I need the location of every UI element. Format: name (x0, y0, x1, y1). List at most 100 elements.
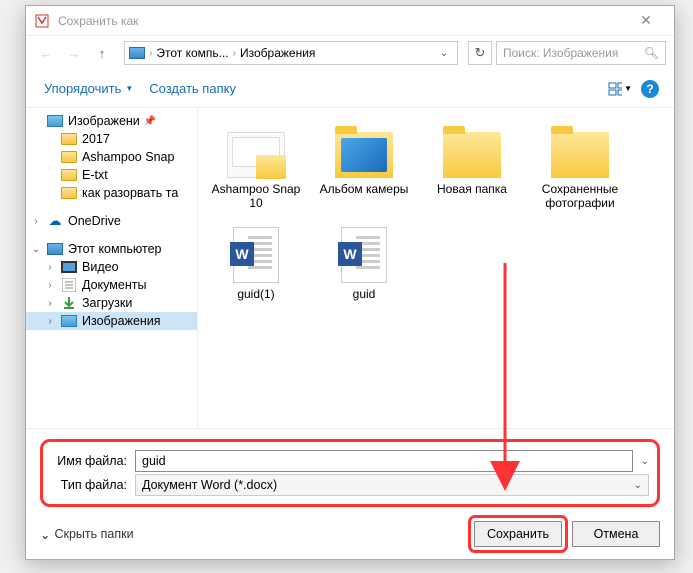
video-icon (60, 260, 78, 274)
file-item[interactable]: Новая папка (422, 118, 522, 215)
folder-icon (227, 132, 285, 178)
sidebar-item-label: 2017 (82, 132, 110, 146)
breadcrumb-seg[interactable]: Изображения (240, 46, 315, 60)
chevron-icon: › (44, 262, 56, 273)
word-doc-icon (233, 227, 279, 283)
nav-bar: ← → ↑ › Этот компь... › Изображения ⌄ ↻ … (26, 36, 674, 70)
content-pane: Ashampoo Snap 10 Альбом камеры Новая папка… (198, 108, 674, 428)
file-label: guid(1) (237, 287, 274, 301)
sidebar-item[interactable]: › Документы (26, 276, 197, 294)
save-as-dialog: Сохранить как ✕ ← → ↑ › Этот компь... › … (25, 5, 675, 560)
refresh-button[interactable]: ↻ (468, 41, 492, 65)
sidebar-item-label: Изображени (68, 114, 140, 128)
chevron-down-icon: ▼ (624, 84, 632, 93)
filename-label: Имя файла: (51, 454, 127, 468)
organize-button[interactable]: Упорядочить ▼ (38, 77, 139, 100)
new-folder-button[interactable]: Создать папку (143, 77, 242, 100)
toolbar: Упорядочить ▼ Создать папку ▼ ? (26, 70, 674, 108)
sidebar-item[interactable]: E-txt (26, 166, 197, 184)
chevron-down-icon: ⌄ (40, 527, 50, 542)
sidebar-item[interactable]: › Изображения (26, 312, 197, 330)
titlebar: Сохранить как ✕ (26, 6, 674, 36)
pics-icon (60, 314, 78, 328)
chevron-down-icon: ▼ (125, 84, 133, 93)
sidebar-item-label: как разорвать та (82, 186, 178, 200)
search-placeholder: Поиск: Изображения (503, 46, 618, 60)
sidebar-item-label: Изображения (82, 314, 161, 328)
chevron-icon: › (44, 280, 56, 291)
sidebar-item-label: Этот компьютер (68, 242, 161, 256)
folder-icon (60, 150, 78, 164)
search-input[interactable]: Поиск: Изображения 🔍︎ (496, 41, 666, 65)
save-button[interactable]: Сохранить (474, 521, 562, 547)
form-highlight: Имя файла: ⌄ Тип файла: Документ Word (*… (40, 439, 660, 507)
folder-icon (443, 132, 501, 178)
chevron-icon: › (44, 298, 56, 309)
file-label: Сохраненные фотографии (534, 182, 626, 211)
sidebar-item[interactable]: Изображени 📌 (26, 112, 197, 130)
chevron-icon: › (30, 216, 42, 227)
sidebar-item-label: Видео (82, 260, 119, 274)
filename-input[interactable] (135, 450, 633, 472)
file-item[interactable]: guid (314, 219, 414, 305)
sidebar-item[interactable]: › Загрузки (26, 294, 197, 312)
pics-icon (46, 114, 64, 128)
hide-folders-label: Скрыть папки (54, 527, 133, 541)
sidebar-item[interactable]: ⌄ Этот компьютер (26, 240, 197, 258)
chevron-down-icon[interactable]: ⌄ (641, 456, 649, 467)
footer: Имя файла: ⌄ Тип файла: Документ Word (*… (26, 428, 674, 557)
sidebar-item-label: Ashampoo Snap (82, 150, 174, 164)
file-item[interactable]: Сохраненные фотографии (530, 118, 630, 215)
file-item[interactable]: Ashampoo Snap 10 (206, 118, 306, 215)
sidebar-item[interactable]: › Видео (26, 258, 197, 276)
window-title: Сохранить как (58, 14, 626, 28)
hide-folders-button[interactable]: ⌄ Скрыть папки (40, 527, 134, 542)
filetype-value: Документ Word (*.docx) (142, 478, 277, 492)
chevron-right-icon: › (233, 48, 236, 59)
sidebar-item[interactable]: Ashampoo Snap (26, 148, 197, 166)
pc-icon (129, 47, 145, 59)
app-icon (34, 13, 50, 29)
folder-icon (551, 132, 609, 178)
chevron-right-icon: › (149, 48, 152, 59)
organize-label: Упорядочить (44, 81, 121, 96)
chevron-icon: › (44, 316, 56, 327)
help-button[interactable]: ? (638, 77, 662, 101)
file-item[interactable]: guid(1) (206, 219, 306, 305)
body: Изображени 📌 2017 Ashampoo Snap E-txt как раз… (26, 108, 674, 428)
file-label: Альбом камеры (320, 182, 409, 196)
sidebar-item-label: Документы (82, 278, 146, 292)
sidebar-item-label: E-txt (82, 168, 108, 182)
folder-icon (60, 186, 78, 200)
sidebar-item[interactable]: 2017 (26, 130, 197, 148)
word-doc-icon (341, 227, 387, 283)
sidebar-item[interactable]: как разорвать та (26, 184, 197, 202)
cancel-button[interactable]: Отмена (572, 521, 660, 547)
chevron-down-icon: ⌄ (634, 480, 642, 491)
nav-forward-button[interactable]: → (62, 41, 86, 65)
nav-back-button[interactable]: ← (34, 41, 58, 65)
breadcrumb[interactable]: › Этот компь... › Изображения ⌄ (124, 41, 458, 65)
pin-icon: 📌 (144, 116, 156, 127)
folder-icon (335, 132, 393, 178)
newfolder-label: Создать папку (149, 81, 236, 96)
sidebar-item-label: OneDrive (68, 214, 121, 228)
view-button[interactable]: ▼ (608, 77, 632, 101)
chevron-icon: ⌄ (30, 244, 42, 255)
sidebar-item[interactable]: › ☁ OneDrive (26, 212, 197, 230)
filetype-label: Тип файла: (51, 478, 127, 492)
file-label: guid (353, 287, 376, 301)
chevron-down-icon[interactable]: ⌄ (435, 48, 453, 59)
breadcrumb-seg[interactable]: Этот компь... (156, 46, 228, 60)
filetype-select[interactable]: Документ Word (*.docx) ⌄ (135, 474, 649, 496)
help-icon: ? (641, 80, 659, 98)
docs-icon (60, 278, 78, 292)
close-button[interactable]: ✕ (626, 6, 666, 35)
file-item[interactable]: Альбом камеры (314, 118, 414, 215)
sidebar-item-label: Загрузки (82, 296, 132, 310)
file-label: Ashampoo Snap 10 (210, 182, 302, 211)
nav-up-button[interactable]: ↑ (90, 41, 114, 65)
pc-icon (46, 242, 64, 256)
sidebar: Изображени 📌 2017 Ashampoo Snap E-txt как раз… (26, 108, 198, 428)
onedrive-icon: ☁ (46, 214, 64, 228)
